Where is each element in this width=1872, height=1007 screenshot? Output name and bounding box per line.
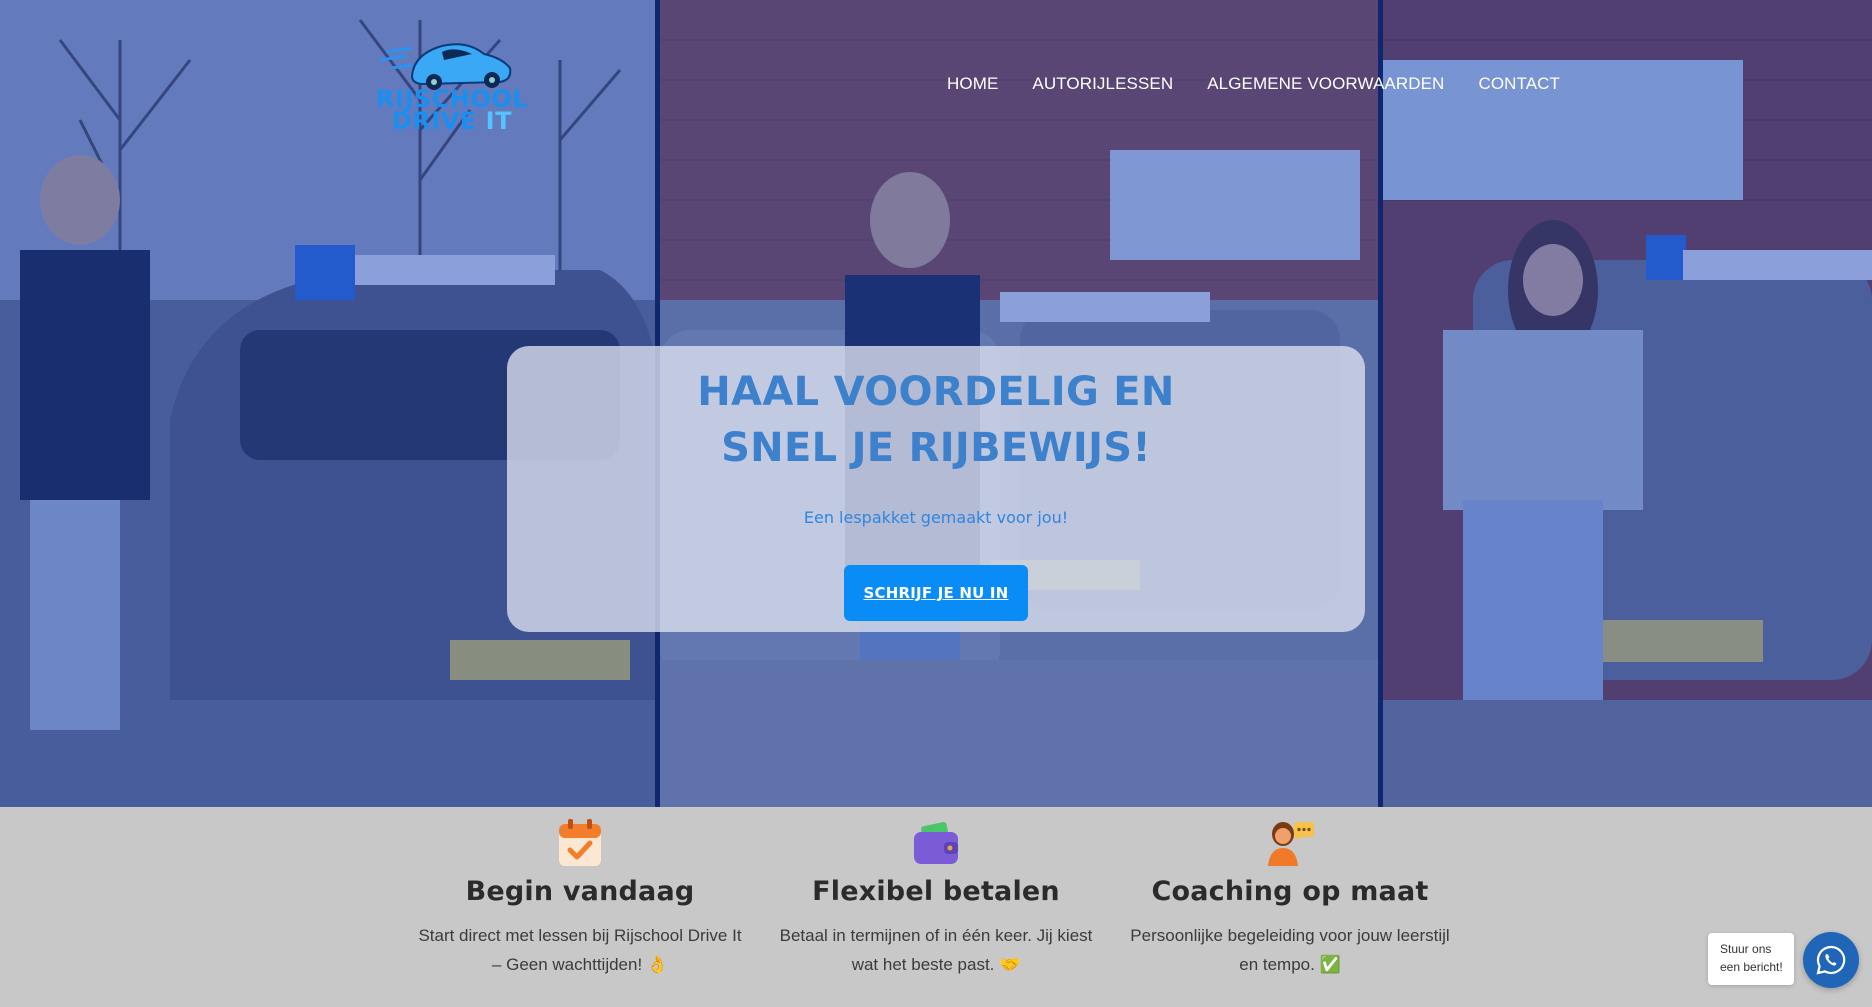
nav-contact[interactable]: CONTACT	[1478, 74, 1560, 94]
brand-line2: DRIVE IT	[372, 107, 532, 135]
hero-title-line2: SNEL JE RIJBEWIJS!	[721, 425, 1151, 471]
nav-autorijlessen[interactable]: AUTORIJLESSEN	[1032, 74, 1173, 94]
wallet-icon	[914, 822, 958, 864]
chat-prompt-line2: een bericht!	[1720, 960, 1783, 974]
hero-section: RIJSCHOOL DRIVE IT HOME AUTORIJLESSEN AL…	[0, 0, 1872, 807]
hero-photo-right	[1383, 0, 1872, 807]
feature-text: Persoonlijke begeleiding voor jouw leers…	[1130, 926, 1450, 974]
feature-coaching-op-maat: Coaching op maat Persoonlijke begeleidin…	[1120, 807, 1460, 979]
brand-line2-a: DRIVE	[392, 107, 477, 135]
features-section: Begin vandaag Start direct met lessen bi…	[0, 807, 1872, 1007]
feature-title: Coaching op maat	[1151, 876, 1429, 907]
hero-card: HAAL VOORDELIG EN SNEL JE RIJBEWIJS! Een…	[507, 346, 1365, 632]
feature-text: Betaal in termijnen of in één keer. Jij …	[779, 926, 1093, 974]
hero-subtitle: Een lespakket gemaakt voor jou!	[803, 508, 1069, 527]
hero-title-line1: HAAL VOORDELIG EN	[697, 369, 1175, 415]
calendar-icon	[559, 819, 601, 866]
whatsapp-icon	[1816, 945, 1846, 975]
hero-title: HAAL VOORDELIG EN SNEL JE RIJBEWIJS!	[507, 364, 1365, 476]
brand-line2-b: IT	[485, 107, 512, 135]
nav-algemene-voorwaarden[interactable]: ALGEMENE VOORWAARDEN	[1207, 74, 1444, 94]
feature-flexibel-betalen: Flexibel betalen Betaal in termijnen of …	[766, 807, 1106, 979]
brand-logo[interactable]: RIJSCHOOL DRIVE IT	[372, 34, 532, 138]
feature-title: Begin vandaag	[465, 876, 695, 907]
main-nav: HOME AUTORIJLESSEN ALGEMENE VOORWAARDEN …	[947, 74, 1594, 94]
chat-prompt-line1: Stuur ons	[1720, 942, 1772, 956]
coach-icon	[1268, 822, 1314, 866]
brand-name: RIJSCHOOL DRIVE IT	[372, 87, 532, 135]
nav-home[interactable]: HOME	[947, 74, 998, 94]
whatsapp-chat-button[interactable]	[1803, 932, 1859, 988]
feature-begin-vandaag: Begin vandaag Start direct met lessen bi…	[410, 807, 750, 979]
chat-prompt-bubble[interactable]: Stuur ons een bericht!	[1708, 933, 1794, 985]
feature-title: Flexibel betalen	[812, 876, 1060, 907]
feature-text: Start direct met lessen bij Rijschool Dr…	[418, 926, 742, 974]
signup-button[interactable]: SCHRIJF JE NU IN	[843, 565, 1029, 621]
